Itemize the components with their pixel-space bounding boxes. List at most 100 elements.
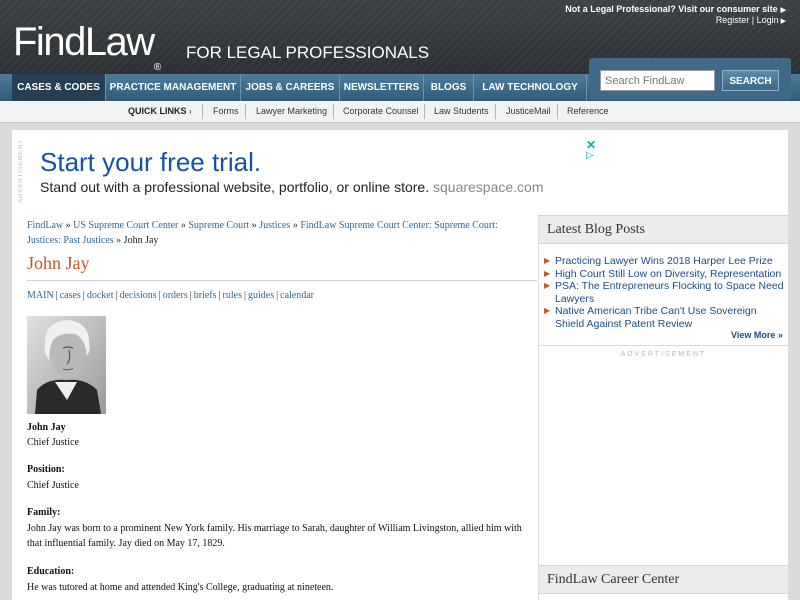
education-label: Education:	[27, 566, 75, 577]
blog-post-title: Practicing Lawyer Wins 2018 Harper Lee P…	[555, 255, 773, 267]
nav-law-technology[interactable]: LAW TECHNOLOGY	[474, 74, 587, 101]
quick-links-label: QUICK LINKS ›	[128, 106, 192, 116]
login-link[interactable]: Login	[757, 15, 779, 25]
blog-post-title: High Court Still Low on Diversity, Repre…	[555, 267, 782, 280]
search-input[interactable]	[600, 70, 715, 91]
breadcrumb-findlaw[interactable]: FindLaw	[27, 220, 63, 231]
logo-text: FindLaw	[13, 20, 155, 64]
quick-link-divider	[557, 104, 558, 119]
tab-briefs[interactable]: briefs	[194, 290, 217, 301]
quick-link-divider	[245, 104, 246, 119]
search-button[interactable]: SEARCH	[722, 70, 779, 91]
quick-links-bar: QUICK LINKS › Forms Lawyer Marketing Cor…	[0, 101, 800, 123]
tab-separator: |	[189, 290, 192, 301]
bullet-arrow-icon: ▶	[544, 268, 551, 278]
breadcrumb-separator: »	[116, 235, 122, 246]
tab-separator: |	[158, 290, 161, 301]
latest-blog-posts-heading: Latest Blog Posts	[539, 215, 788, 244]
portrait-image	[27, 316, 106, 414]
justice-role: Chief Justice	[27, 437, 79, 448]
ad-domain: squarespace.com	[433, 179, 544, 195]
tab-calendar[interactable]: calendar	[280, 290, 314, 301]
account-links: Register | Login ▶	[716, 15, 786, 25]
blog-post-item[interactable]: ▶ Practicing Lawyer Wins 2018 Harper Lee …	[543, 255, 788, 268]
tab-separator: |	[55, 290, 58, 301]
register-link[interactable]: Register	[716, 15, 750, 25]
page-title: John Jay	[27, 253, 90, 273]
logo-tagline: FOR LEGAL PROFESSIONALS	[186, 43, 430, 62]
position-value: Chief Justice	[27, 480, 79, 491]
quick-link-forms[interactable]: Forms	[213, 106, 239, 116]
tab-guides[interactable]: guides	[248, 290, 274, 301]
title-divider	[27, 280, 537, 281]
tab-rules[interactable]: rules	[223, 290, 242, 301]
quick-link-divider	[202, 104, 203, 119]
bullet-arrow-icon: ▶	[544, 256, 551, 265]
breadcrumb-separator: »	[65, 220, 71, 231]
registered-mark: ®	[153, 62, 162, 73]
breadcrumb-separator: »	[180, 220, 186, 231]
triangle-right-icon: ▶	[780, 18, 786, 25]
breadcrumb-separator: »	[251, 220, 257, 231]
view-more-link[interactable]: View More »	[731, 330, 783, 340]
triangle-right-icon: ▶	[780, 7, 786, 14]
ad-subtitle[interactable]: Stand out with a professional website, p…	[40, 179, 544, 195]
bullet-arrow-icon: ▶	[544, 306, 551, 315]
breadcrumb: FindLaw » US Supreme Court Center » Supr…	[27, 218, 527, 248]
tab-separator: |	[115, 290, 118, 301]
breadcrumb-justices[interactable]: Justices	[259, 220, 290, 231]
blog-post-item[interactable]: ▶ Native American Tribe Can't Use Soverei…	[543, 305, 788, 330]
breadcrumb-separator: »	[292, 220, 298, 231]
quick-link-justicemail[interactable]: JusticeMail	[506, 106, 551, 116]
blog-post-item[interactable]: ▶ High Court Still Low on Diversity, Repr…	[543, 268, 788, 281]
quick-links-label-text: QUICK LINKS	[128, 106, 187, 116]
breadcrumb-current: John Jay	[123, 235, 159, 246]
breadcrumb-us-supreme-court-center[interactable]: US Supreme Court Center	[73, 220, 178, 231]
quick-link-divider	[495, 104, 496, 119]
quick-link-corporate-counsel[interactable]: Corporate Counsel	[343, 106, 419, 116]
career-center-heading: FindLaw Career Center	[539, 565, 788, 594]
blog-post-item[interactable]: ▶ PSA: The Entrepreneurs Flocking to Spac…	[543, 280, 788, 305]
justice-name: John Jay	[27, 422, 66, 433]
chevron-right-icon: ›	[189, 107, 192, 116]
tab-separator: |	[218, 290, 221, 301]
consumer-site-link[interactable]: Not a Legal Professional? Visit our cons…	[565, 4, 786, 14]
breadcrumb-supreme-court[interactable]: Supreme Court	[188, 220, 249, 231]
tab-cases[interactable]: cases	[60, 290, 81, 301]
tab-separator: |	[243, 290, 246, 301]
account-separator: |	[751, 15, 755, 25]
nav-cases-codes[interactable]: CASES & CODES	[12, 74, 106, 101]
nav-blogs[interactable]: BLOGS	[424, 74, 474, 101]
tab-docket[interactable]: docket	[87, 290, 114, 301]
tab-main[interactable]: MAIN	[27, 290, 54, 301]
justice-portrait	[27, 316, 106, 414]
education-text: He was tutored at home and attended King…	[27, 582, 334, 593]
consumer-site-text: Not a Legal Professional? Visit our cons…	[565, 4, 778, 14]
nav-practice-management[interactable]: PRACTICE MANAGEMENT	[106, 74, 241, 101]
sidebar-rule	[539, 345, 788, 346]
family-label: Family:	[27, 507, 61, 518]
sidebar-divider	[538, 215, 539, 600]
ad-choices-icon[interactable]: ▷	[586, 150, 594, 161]
ad-vertical-label: ADVERTISEMENT	[18, 139, 24, 203]
bullet-arrow-icon: ▶	[544, 281, 551, 290]
nav-newsletters[interactable]: NEWSLETTERS	[340, 74, 424, 101]
ad-title[interactable]: Start your free trial.	[40, 147, 261, 178]
tab-separator: |	[82, 290, 85, 301]
section-tabs: MAIN | cases | docket | decisions | orders | brief…	[27, 290, 314, 301]
ad-subtitle-text: Stand out with a professional website, p…	[40, 179, 430, 195]
search-box: SEARCH	[589, 58, 791, 100]
position-label: Position:	[27, 464, 65, 475]
quick-link-law-students[interactable]: Law Students	[434, 106, 489, 116]
quick-link-divider	[333, 104, 334, 119]
tab-orders[interactable]: orders	[163, 290, 188, 301]
tab-decisions[interactable]: decisions	[119, 290, 156, 301]
nav-jobs-careers[interactable]: JOBS & CAREERS	[241, 74, 340, 101]
quick-link-divider	[424, 104, 425, 119]
family-text: John Jay was born to a prominent New Yor…	[27, 523, 522, 549]
blog-post-title: Native American Tribe Can't Use Sovereig…	[555, 305, 757, 330]
findlaw-logo[interactable]: FindLaw®	[13, 20, 161, 73]
quick-link-lawyer-marketing[interactable]: Lawyer Marketing	[256, 106, 327, 116]
quick-link-reference[interactable]: Reference	[567, 106, 609, 116]
blog-post-title: PSA: The Entrepreneurs Flocking to Space…	[555, 280, 784, 305]
